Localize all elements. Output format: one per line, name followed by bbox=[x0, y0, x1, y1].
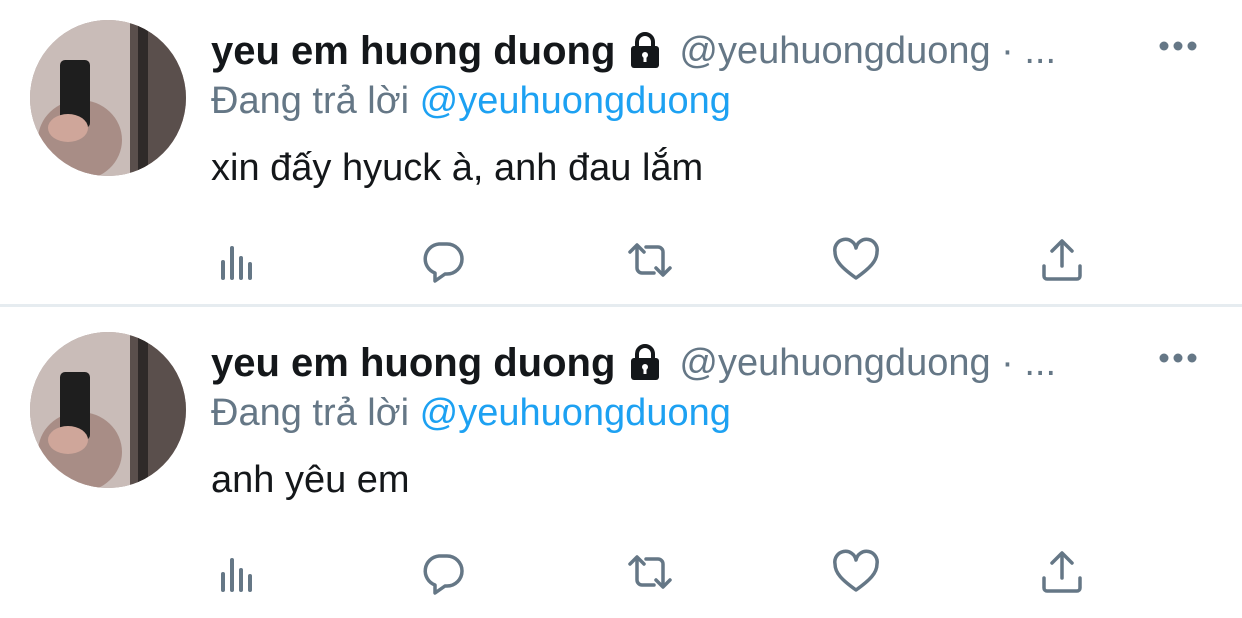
tweet[interactable]: yeu em huong duong @yeuhuongduong · ... … bbox=[0, 312, 1242, 618]
heart-icon[interactable] bbox=[828, 232, 884, 288]
replying-prefix: Đang trả lời bbox=[211, 392, 410, 434]
analytics-icon[interactable] bbox=[209, 544, 265, 600]
share-icon[interactable] bbox=[1034, 544, 1090, 600]
lock-icon bbox=[625, 31, 665, 71]
avatar[interactable] bbox=[30, 20, 186, 176]
display-name[interactable]: yeu em huong duong bbox=[211, 341, 615, 386]
replying-to: Đang trả lời @yeuhuongduong bbox=[211, 392, 731, 435]
action-bar bbox=[0, 232, 1242, 288]
tweet-divider bbox=[0, 304, 1242, 307]
lock-icon bbox=[625, 343, 665, 383]
retweet-icon[interactable] bbox=[622, 232, 678, 288]
heart-icon[interactable] bbox=[828, 544, 884, 600]
avatar[interactable] bbox=[30, 332, 186, 488]
user-handle[interactable]: @yeuhuongduong · ... bbox=[679, 342, 1056, 385]
tweet-text: xin đấy hyuck à, anh đau lắm bbox=[211, 147, 704, 189]
retweet-icon[interactable] bbox=[622, 544, 678, 600]
mention-link[interactable]: @yeuhuongduong bbox=[420, 80, 731, 122]
tweet-text: anh yêu em bbox=[211, 459, 410, 501]
replying-prefix: Đang trả lời bbox=[211, 80, 410, 122]
avatar-image bbox=[30, 20, 186, 176]
reply-icon[interactable] bbox=[415, 544, 471, 600]
more-dots-icon[interactable] bbox=[1158, 348, 1198, 368]
share-icon[interactable] bbox=[1034, 232, 1090, 288]
action-bar bbox=[0, 544, 1242, 600]
tweet[interactable]: yeu em huong duong @yeuhuongduong · ... … bbox=[0, 0, 1242, 306]
reply-icon[interactable] bbox=[415, 232, 471, 288]
user-handle[interactable]: @yeuhuongduong · ... bbox=[679, 30, 1056, 73]
mention-link[interactable]: @yeuhuongduong bbox=[420, 392, 731, 434]
replying-to: Đang trả lời @yeuhuongduong bbox=[211, 80, 731, 123]
analytics-icon[interactable] bbox=[209, 232, 265, 288]
display-name[interactable]: yeu em huong duong bbox=[211, 29, 615, 74]
more-dots-icon[interactable] bbox=[1158, 36, 1198, 56]
avatar-image bbox=[30, 332, 186, 488]
